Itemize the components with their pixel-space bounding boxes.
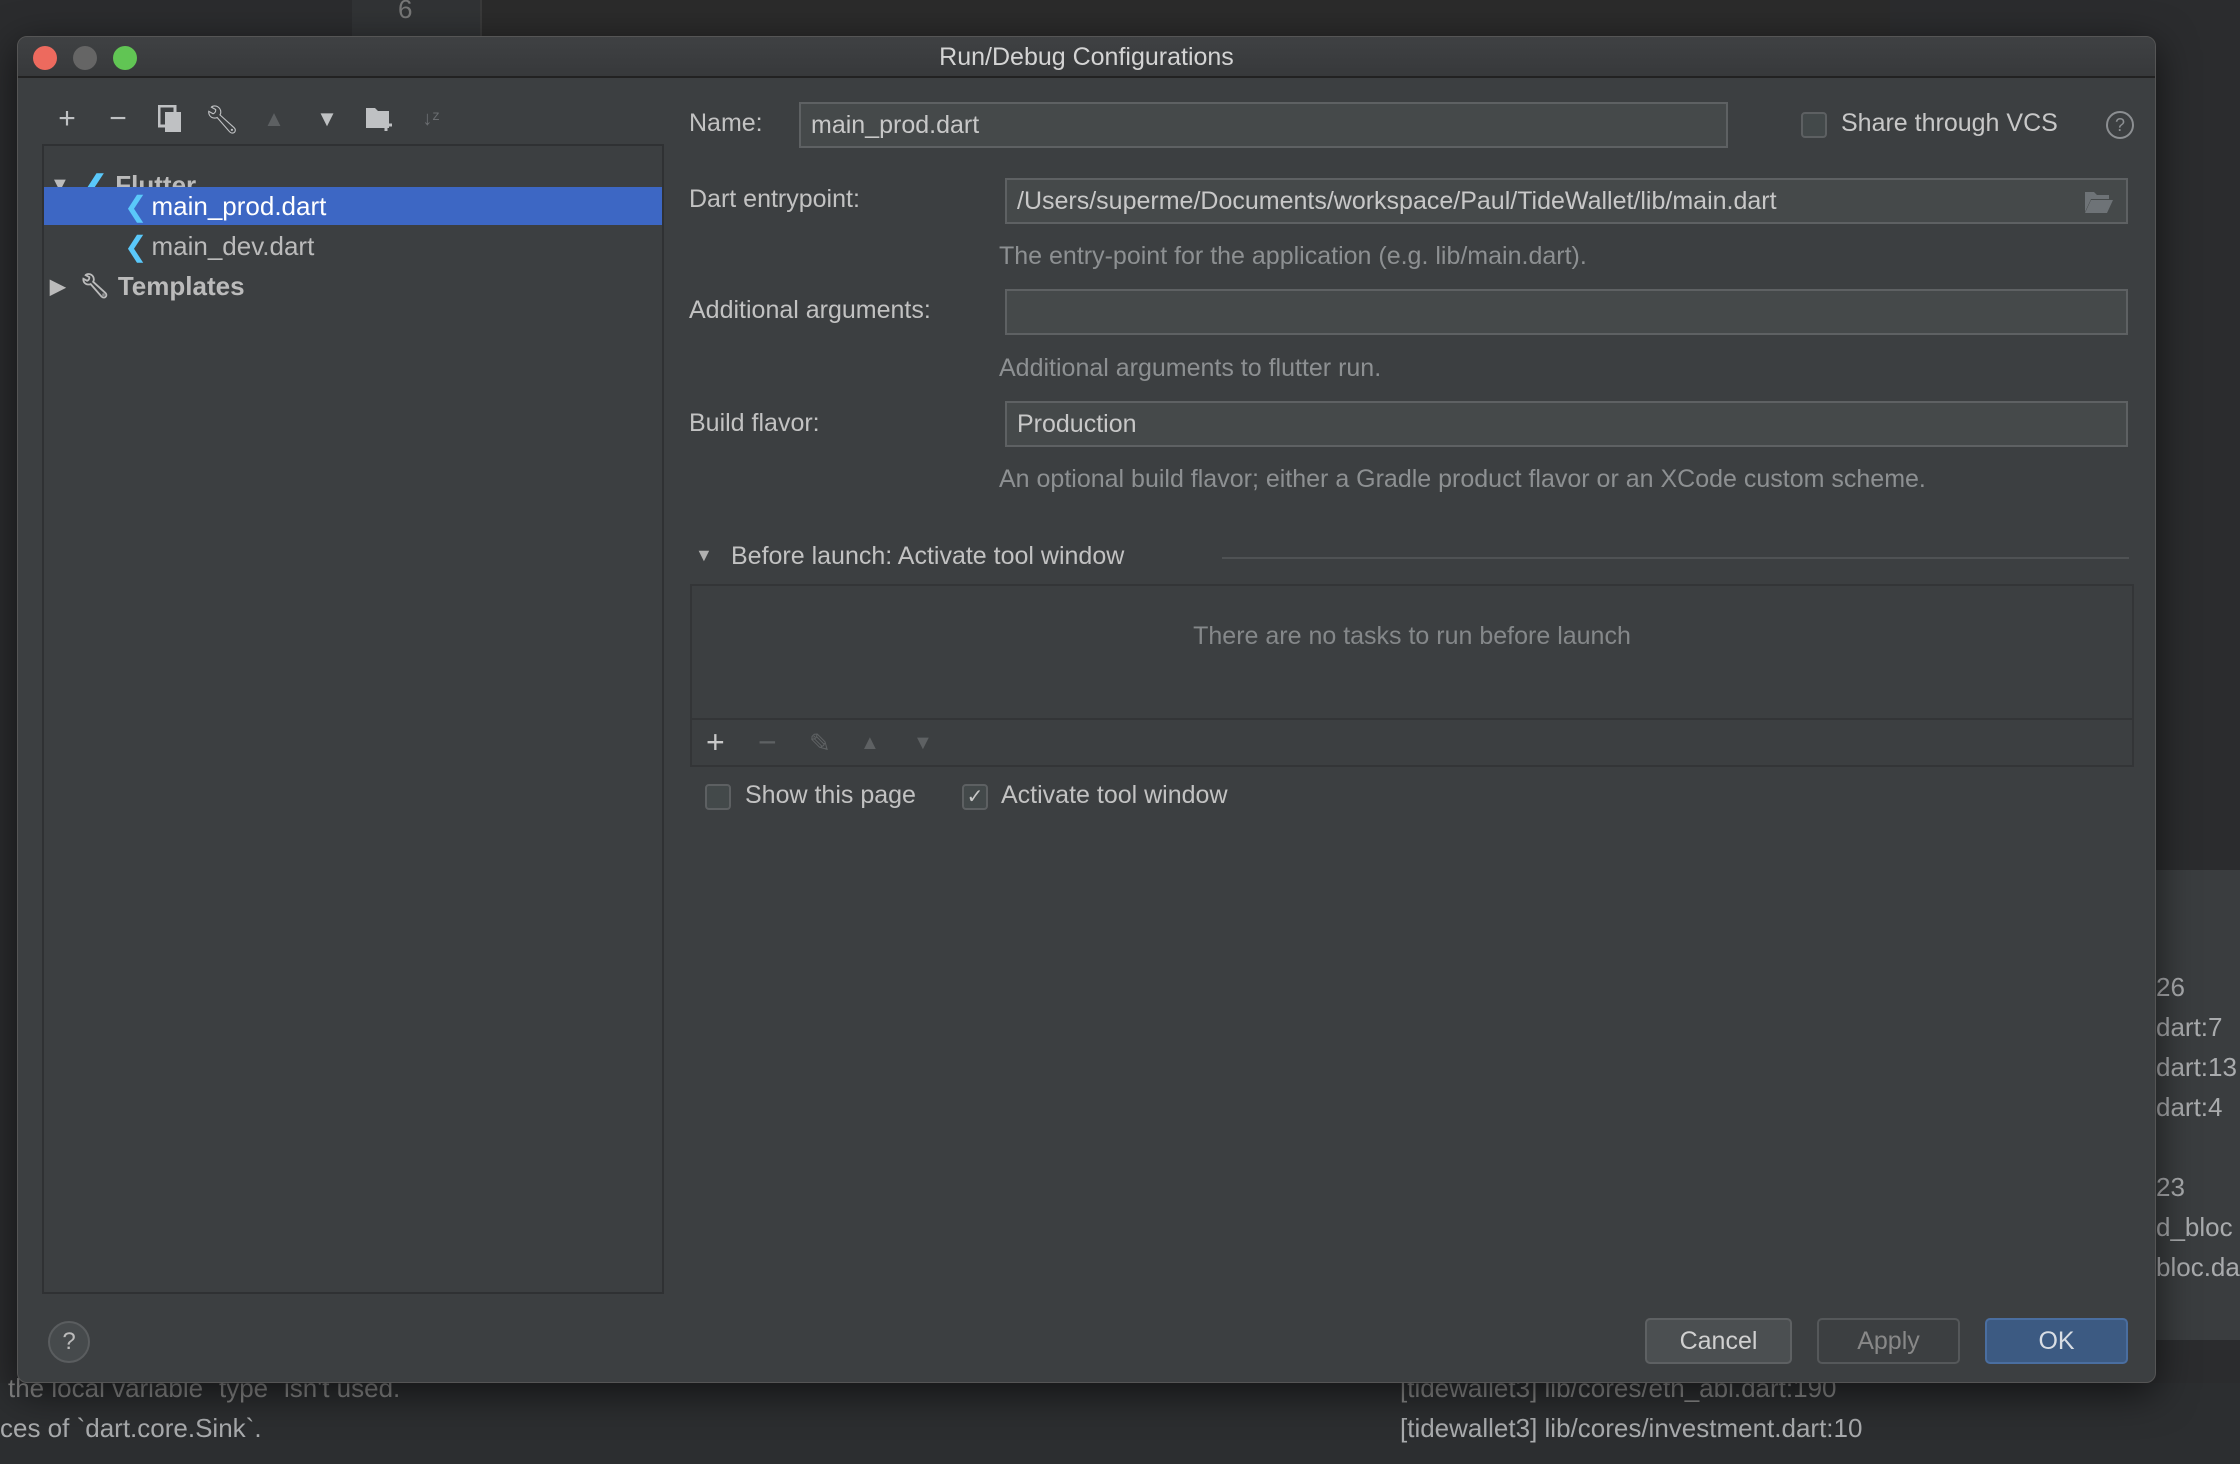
editor-area (480, 0, 1890, 36)
background-panel: 26 dart:7 dart:13 dart:4 23 d_bloc bloc.… (2156, 870, 2240, 1340)
bg-text: bloc.da (2156, 1252, 2240, 1282)
cancel-button[interactable]: Cancel (1645, 1318, 1792, 1364)
edit-task-icon: ✎ (809, 728, 831, 758)
help-button[interactable]: ? (48, 1321, 90, 1363)
ok-button[interactable]: OK (1985, 1318, 2128, 1364)
folder-open-icon[interactable] (2084, 190, 2114, 221)
before-launch-task-list: There are no tasks to run before launch … (690, 584, 2134, 767)
collapse-triangle-icon[interactable]: ▶ (50, 274, 65, 299)
show-page-checkbox[interactable] (705, 784, 731, 810)
entrypoint-label: Dart entrypoint: (689, 185, 860, 213)
bg-text: 26 (2156, 972, 2185, 1002)
arrow-down-icon[interactable]: ▼ (311, 103, 343, 135)
name-input[interactable]: main_prod.dart (799, 102, 1728, 148)
show-page-label: Show this page (745, 781, 916, 809)
args-hint: Additional arguments to flutter run. (999, 354, 1382, 382)
name-label: Name: (689, 109, 763, 137)
activate-tool-window-checkbox[interactable]: ✓ (962, 784, 988, 810)
wrench-icon[interactable]: 🔧︎ (204, 103, 240, 135)
move-up-icon: ▲ (860, 732, 880, 754)
wrench-icon: 🔧︎ (79, 272, 110, 300)
help-icon[interactable]: ? (2106, 111, 2134, 139)
title-bar: Run/Debug Configurations (18, 37, 2155, 78)
share-vcs-checkbox[interactable] (1801, 112, 1827, 138)
apply-button[interactable]: Apply (1817, 1318, 1960, 1364)
tree-group-templates[interactable]: ▶ 🔧︎ Templates (44, 267, 662, 305)
remove-task-icon: − (758, 724, 777, 760)
entrypoint-hint: The entry-point for the application (e.g… (999, 242, 1587, 270)
args-input[interactable] (1005, 289, 2128, 335)
share-vcs-label: Share through VCS (1841, 109, 2058, 137)
flavor-label: Build flavor: (689, 409, 820, 437)
separator (692, 718, 2132, 720)
bg-text: ces of `dart.core.Sink`. (0, 1413, 262, 1443)
empty-tasks-text: There are no tasks to run before launch (1193, 622, 1631, 650)
flavor-hint: An optional build flavor; either a Gradl… (999, 465, 1926, 493)
line-number: 6 (398, 0, 413, 24)
flutter-icon: ❮ (124, 190, 148, 222)
tree-item-main-prod[interactable]: ❮ main_prod.dart (44, 187, 662, 225)
entrypoint-value: /Users/superme/Documents/workspace/Paul/… (1017, 186, 1777, 215)
tree-item-main-dev[interactable]: ❮ main_dev.dart (44, 227, 662, 265)
bg-text: [tidewallet3] lib/cores/investment.dart:… (1400, 1413, 1863, 1443)
bg-text: dart:4 (2156, 1092, 2223, 1122)
new-folder-icon[interactable] (364, 103, 396, 135)
sort-alpha-icon: ↓ᶻ (422, 107, 440, 130)
bg-text: dart:7 (2156, 1012, 2223, 1042)
editor-gutter: 6 (352, 0, 480, 36)
move-down-icon: ▼ (913, 732, 933, 754)
bg-text: dart:13 (2156, 1052, 2237, 1082)
flavor-input[interactable]: Production (1005, 401, 2128, 447)
separator (1222, 557, 2129, 559)
arrow-up-icon: ▲ (263, 106, 285, 131)
entrypoint-input[interactable]: /Users/superme/Documents/workspace/Paul/… (1005, 178, 2128, 224)
minus-icon[interactable]: − (102, 102, 134, 135)
tree-group-label: Templates (117, 270, 245, 301)
run-debug-dialog: Run/Debug Configurations + − 🔧︎ ▲ ▼ ↓ᶻ ▼… (17, 36, 2156, 1383)
configuration-tree: ▼ ❮ Flutter ❮ main_prod.dart ❮ main_dev.… (42, 144, 664, 1294)
flutter-icon: ❮ (124, 230, 148, 262)
before-launch-title[interactable]: Before launch: Activate tool window (731, 542, 1124, 571)
tree-item-label: main_dev.dart (151, 230, 315, 261)
plus-icon[interactable]: + (51, 102, 83, 135)
dialog-title: Run/Debug Configurations (939, 43, 1234, 71)
args-label: Additional arguments: (689, 296, 931, 324)
tree-item-label: main_prod.dart (151, 190, 327, 221)
bg-text: 23 (2156, 1172, 2185, 1202)
copy-icon[interactable] (154, 103, 186, 135)
bg-text: d_bloc (2156, 1212, 2233, 1242)
add-task-icon[interactable]: + (706, 724, 725, 761)
activate-tool-window-label: Activate tool window (1001, 781, 1228, 809)
collapse-triangle-icon[interactable]: ▼ (695, 545, 713, 566)
